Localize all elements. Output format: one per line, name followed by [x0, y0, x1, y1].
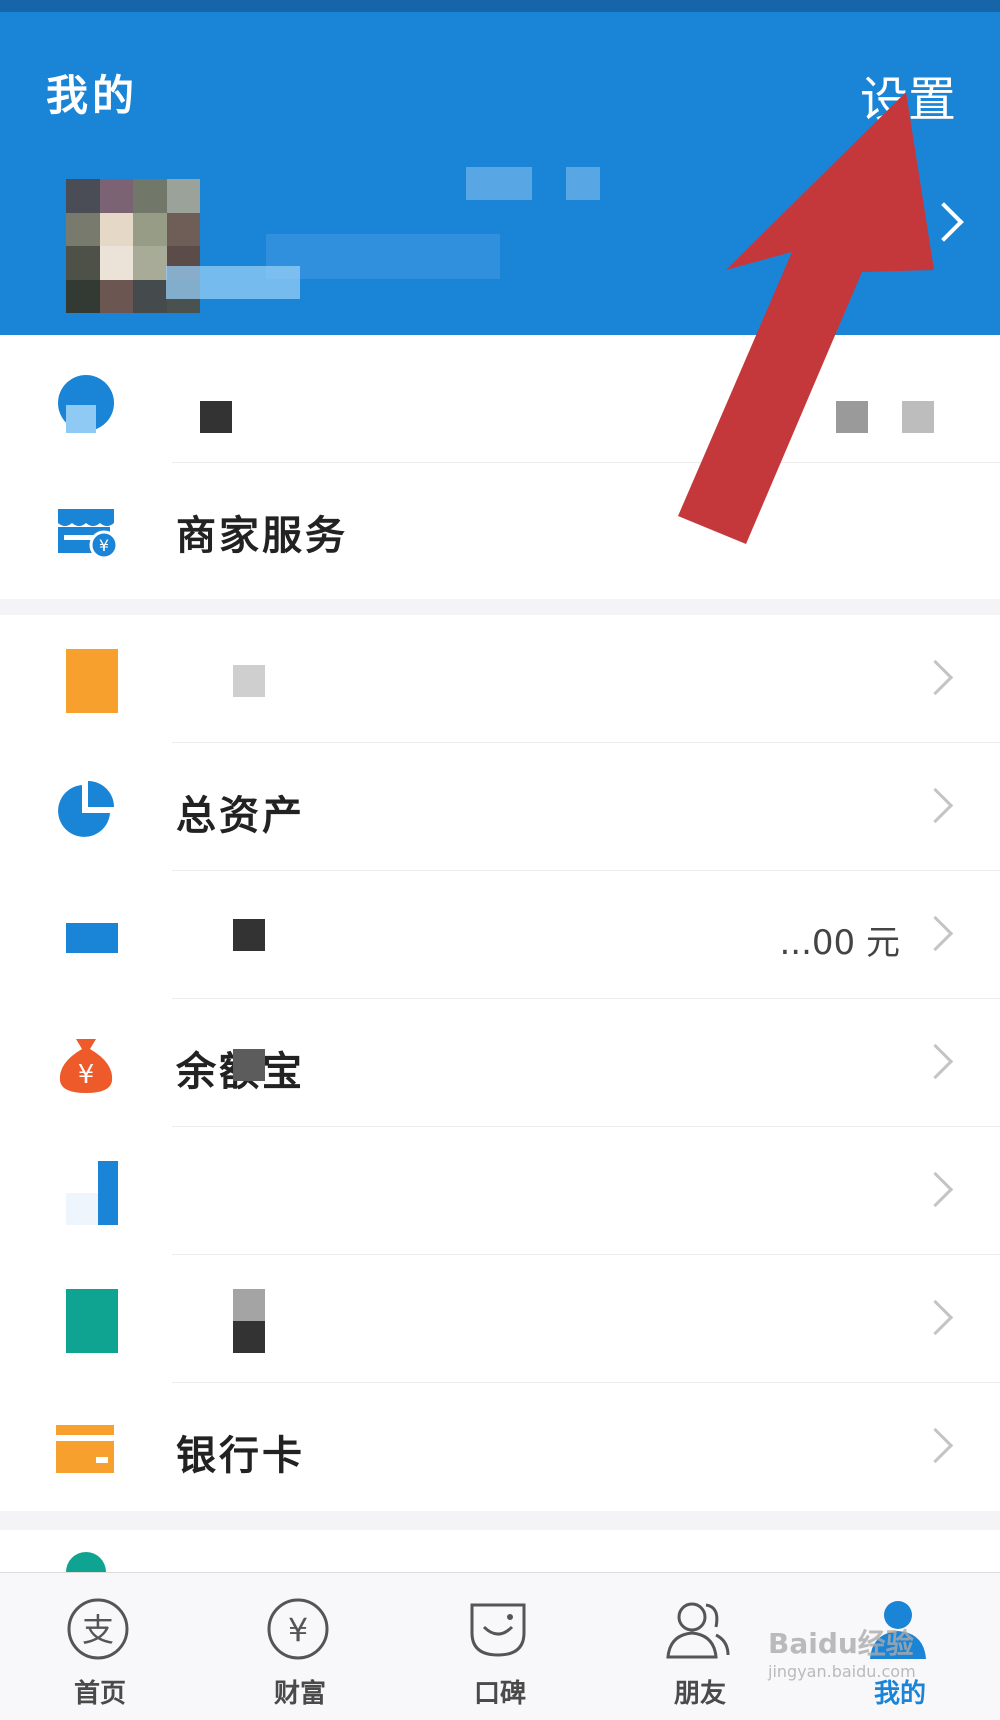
list-item-blurred[interactable]: [0, 335, 1000, 463]
yen-circle-icon: ¥: [266, 1597, 330, 1661]
svg-text:¥: ¥: [99, 536, 109, 555]
money-bag-icon: ¥: [54, 1033, 118, 1097]
next-section: [0, 1530, 1000, 1592]
chevron-right-icon: [917, 1171, 954, 1208]
page-title: 我的: [46, 71, 139, 120]
tab-label: 财富: [273, 1679, 326, 1709]
pie-chart-icon: [54, 777, 118, 841]
chevron-right-icon: [917, 1299, 954, 1336]
watermark: Baidu经验 jingyan.baidu.com: [768, 1622, 916, 1681]
list-item-teal[interactable]: [0, 1255, 1000, 1383]
row-label-bank-card: 银行卡: [176, 1432, 305, 1479]
tab-label: 首页: [73, 1679, 126, 1709]
masked-value-2: [902, 401, 934, 433]
svg-text:¥: ¥: [288, 1611, 308, 1649]
chevron-right-icon: [917, 1043, 954, 1080]
list-item-orange[interactable]: [0, 615, 1000, 743]
list-item-merchant-services[interactable]: ¥ 商家服务: [0, 463, 1000, 591]
masked-account: [266, 234, 500, 279]
friends-icon: [666, 1597, 730, 1661]
masked-label: [233, 665, 265, 697]
list-item-balance[interactable]: ...00 元: [0, 871, 1000, 999]
storefront-icon: ¥: [54, 497, 119, 561]
row-label-total-assets: 总资产: [176, 792, 305, 839]
status-bar: [0, 0, 1000, 12]
settings-button[interactable]: 设置: [860, 60, 956, 130]
tab-wealth[interactable]: ¥ 财富: [200, 1573, 400, 1720]
masked-account-part: [166, 266, 300, 299]
profile-header: 我的 设置: [0, 12, 1000, 335]
balance-value: ...00 元: [779, 923, 901, 963]
list-item-bank-card[interactable]: 银行卡: [0, 1383, 1000, 1511]
chevron-right-icon: [917, 659, 954, 696]
masked-label: [233, 1289, 265, 1321]
assets-section: 总资产 ...00 元 ¥ 余额宝: [0, 615, 1000, 1511]
chevron-right-icon: [917, 915, 954, 952]
list-item-total-assets[interactable]: 总资产: [0, 743, 1000, 871]
masked-username: [466, 167, 532, 200]
watermark-line1: Baidu经验: [768, 1627, 914, 1660]
orange-square-icon: [54, 649, 130, 713]
tab-home[interactable]: 支 首页: [0, 1573, 200, 1720]
services-section: ¥ 商家服务: [0, 335, 1000, 599]
masked-label-2: [233, 1321, 265, 1353]
tab-koubei[interactable]: 口碑: [400, 1573, 600, 1720]
teal-square-icon: [54, 1289, 130, 1353]
blue-chart-icon: [54, 1161, 130, 1225]
chevron-right-icon: [917, 1427, 954, 1464]
svg-text:¥: ¥: [78, 1060, 95, 1090]
row-label-merchant-services: 商家服务: [176, 512, 348, 559]
masked-overlay: [233, 1049, 265, 1081]
svg-text:支: 支: [82, 1611, 114, 1649]
bank-card-icon: [54, 1417, 118, 1481]
masked-value: [836, 401, 868, 433]
blurred-icon: [54, 369, 118, 433]
masked-label: [233, 919, 265, 951]
alipay-logo-icon: 支: [66, 1597, 130, 1661]
list-item-blue[interactable]: [0, 1127, 1000, 1255]
profile-chevron-icon[interactable]: [924, 202, 964, 242]
watermark-line2: jingyan.baidu.com: [768, 1662, 916, 1681]
masked-username-part: [566, 167, 600, 200]
blue-bar-icon: [54, 905, 130, 969]
tab-label: 口碑: [473, 1679, 526, 1709]
koubei-bag-icon: [466, 1597, 530, 1661]
list-item-yuebao[interactable]: ¥ 余额宝: [0, 999, 1000, 1127]
masked-label: [200, 401, 232, 433]
chevron-right-icon: [917, 787, 954, 824]
